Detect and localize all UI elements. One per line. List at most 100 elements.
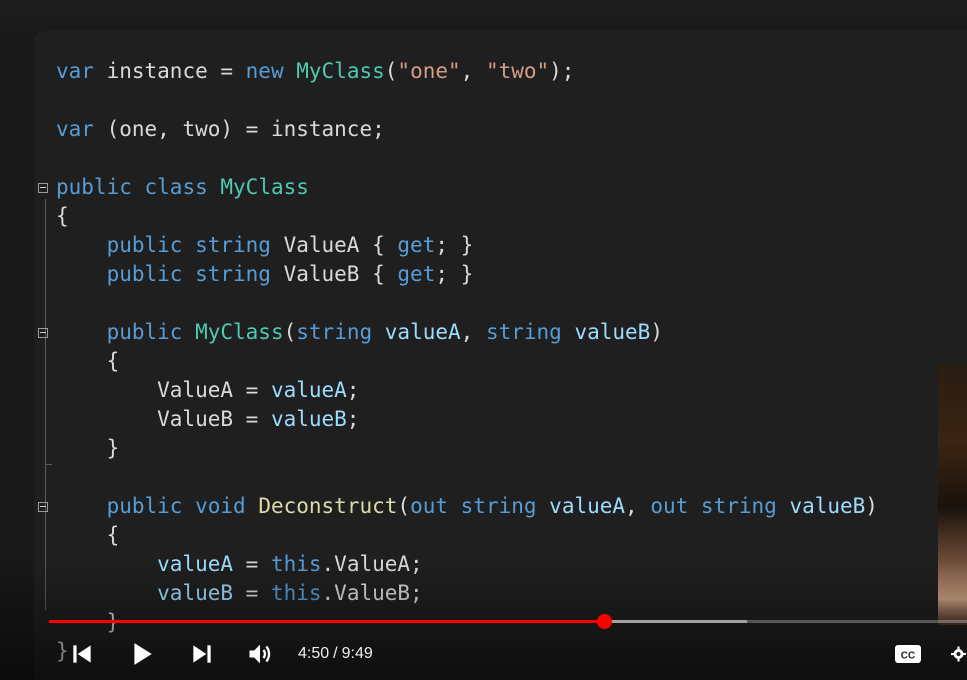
code-token: var	[56, 117, 94, 141]
volume-icon	[249, 644, 271, 664]
code-token: ;	[346, 407, 360, 431]
code-token: string	[195, 262, 271, 286]
code-token: ValueA {	[270, 233, 398, 257]
code-token: valueB	[574, 320, 651, 344]
code-line: public void Deconstruct(out string value…	[56, 492, 878, 521]
collapse-constructor-icon[interactable]	[38, 328, 48, 338]
code-token: )	[650, 320, 663, 344]
code-token: }	[56, 436, 120, 460]
code-line: public string ValueB { get; }	[56, 260, 474, 289]
next-button[interactable]	[186, 638, 218, 670]
class-outline-guide	[45, 199, 46, 610]
settings-button[interactable]	[950, 638, 967, 670]
code-token: (	[283, 320, 297, 344]
code-token: (	[397, 494, 411, 518]
code-token: "two"	[485, 59, 550, 83]
skip-previous-icon	[73, 645, 91, 663]
code-token: string	[195, 233, 271, 257]
code-token: class	[144, 175, 208, 199]
code-line: public class MyClass	[56, 173, 309, 202]
code-line: {	[56, 202, 69, 231]
code-line: {	[56, 521, 120, 550]
volume-button[interactable]	[244, 638, 276, 670]
code-token: valueA	[384, 320, 461, 344]
code-token: ; }	[435, 262, 474, 286]
code-token: MyClass	[195, 320, 284, 344]
code-token: out	[650, 494, 689, 518]
code-token: ,	[460, 320, 486, 344]
code-token: ,	[625, 494, 651, 518]
gear-icon	[951, 646, 966, 662]
code-token: get	[397, 262, 436, 286]
code-token: ValueA =	[56, 378, 271, 402]
code-line: var (one, two) = instance;	[56, 115, 385, 144]
code-line: {	[56, 347, 120, 376]
constructor-outline-end	[45, 464, 52, 465]
duration: 9:49	[341, 645, 373, 662]
play-button[interactable]	[126, 638, 158, 670]
time-separator: /	[333, 645, 338, 662]
code-token: new	[245, 59, 284, 83]
code-line: public string ValueA { get; }	[56, 231, 474, 260]
code-token: MyClass	[220, 175, 309, 199]
code-token: ValueB =	[56, 407, 271, 431]
time-display: 4:50/9:49	[298, 642, 373, 666]
code-token: public	[106, 494, 183, 518]
svg-text:CC: CC	[901, 651, 915, 662]
code-token: out	[410, 494, 448, 518]
code-token: string	[700, 494, 777, 518]
code-token: Deconstruct	[258, 494, 398, 518]
skip-next-icon	[193, 645, 211, 663]
code-token: string	[485, 320, 562, 344]
progress-played	[49, 620, 605, 623]
current-time: 4:50	[298, 645, 330, 662]
code-token: get	[397, 233, 436, 257]
code-token: public	[56, 175, 132, 199]
code-token: public	[106, 320, 183, 344]
code-line: var instance = new MyClass("one", "two")…	[56, 57, 574, 86]
captions-button[interactable]: CC	[892, 638, 924, 670]
code-token: (one, two) = instance;	[93, 117, 385, 141]
code-token: instance =	[93, 59, 246, 83]
captions-icon: CC	[895, 645, 921, 663]
code-token: {	[56, 204, 69, 228]
progress-bar[interactable]	[49, 620, 967, 623]
code-token: var	[56, 59, 94, 83]
code-token: {	[56, 523, 120, 547]
code-token: valueA	[549, 494, 626, 518]
code-token: MyClass	[296, 59, 385, 83]
code-line: public MyClass(string valueA, string val…	[56, 318, 663, 347]
code-token: );	[549, 59, 575, 83]
code-token: "one"	[397, 59, 461, 83]
previous-button[interactable]	[66, 638, 98, 670]
code-token: ; }	[435, 233, 474, 257]
code-token: void	[195, 494, 246, 518]
code-token: valueB	[789, 494, 866, 518]
code-token: string	[460, 494, 537, 518]
code-line: }	[56, 434, 120, 463]
code-token: )	[865, 494, 878, 518]
collapse-deconstruct-icon[interactable]	[38, 502, 48, 512]
code-token: public	[106, 233, 183, 257]
code-token: ValueB {	[270, 262, 398, 286]
code-token: ;	[346, 378, 360, 402]
code-line: ValueB = valueB;	[56, 405, 359, 434]
collapse-class-icon[interactable]	[38, 183, 48, 193]
code-token: {	[56, 349, 120, 373]
code-token: valueA	[270, 378, 347, 402]
